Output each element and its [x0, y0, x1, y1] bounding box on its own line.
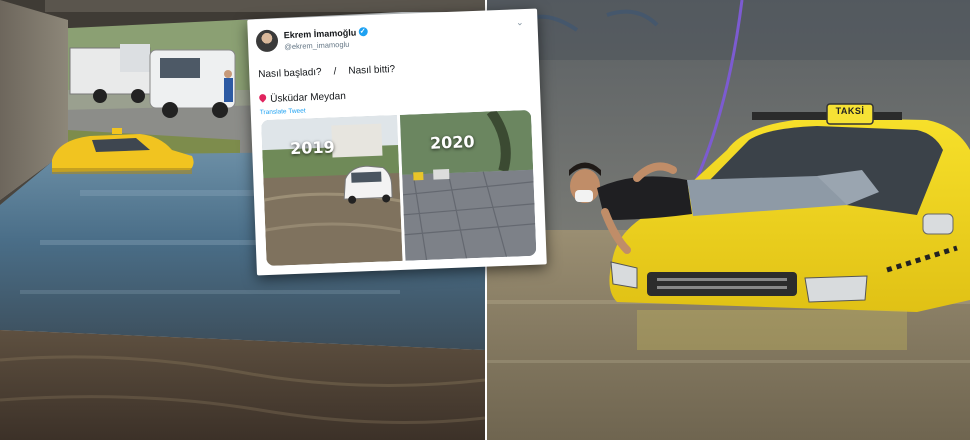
tweet-header: Ekrem İmamoğlu ✓ @ekrem_imamoglu ⌄ — [255, 17, 526, 63]
tweet-location: Üsküdar Meydan — [270, 90, 347, 105]
taxi-sign-text: TAKSİ — [835, 106, 865, 116]
author-name[interactable]: Ekrem İmamoğlu ✓ — [284, 27, 368, 40]
tweet-question-1: Nasıl başladı? — [258, 66, 322, 81]
avatar[interactable] — [255, 29, 279, 53]
chevron-down-icon[interactable]: ⌄ — [516, 17, 524, 28]
tweet-text-line1: Nasıl başladı? / Nasıl bitti? — [258, 64, 395, 80]
tweet-location-line: Üsküdar Meydan — [257, 90, 347, 105]
year-label-left: 2019 — [289, 137, 336, 159]
author-name-text: Ekrem İmamoğlu — [283, 27, 357, 41]
translate-tweet-link[interactable]: Translate Tweet — [260, 107, 306, 116]
tweet-card: Ekrem İmamoğlu ✓ @ekrem_imamoglu ⌄ Nasıl … — [247, 8, 547, 276]
right-photo-man-on-taxi: TAKSİ — [487, 0, 970, 440]
tweet-separator: / — [333, 66, 337, 78]
collage: TAKSİ Ekrem İmamoğlu ✓ @ekrem_imamoglu ⌄ … — [0, 0, 970, 440]
year-label-right: 2020 — [429, 132, 475, 153]
verified-icon: ✓ — [358, 27, 368, 37]
author-handle[interactable]: @ekrem_imamoglu — [284, 40, 349, 51]
tweet-media-image[interactable]: 2019 2020 — [261, 109, 537, 267]
location-pin-icon — [257, 92, 268, 103]
tweet-question-2: Nasıl bitti? — [348, 64, 396, 77]
